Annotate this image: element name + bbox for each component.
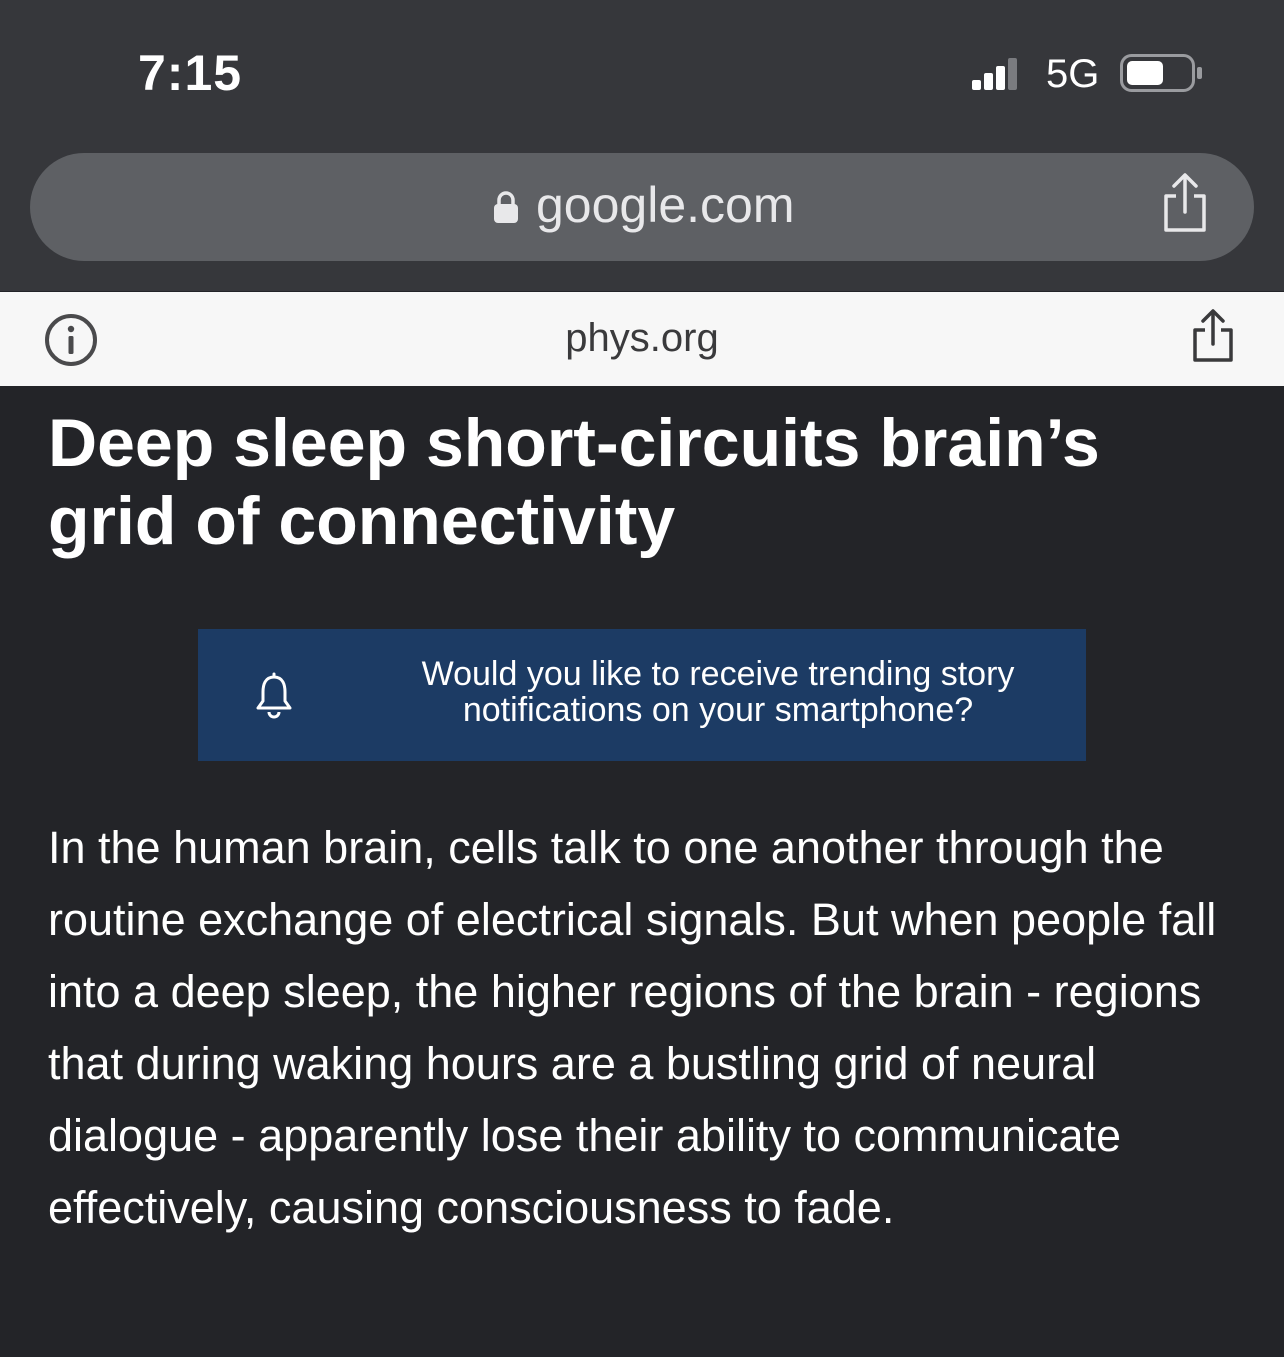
article-headline: Deep sleep short-circuits brain’s grid o… xyxy=(48,405,1100,559)
address-bar-url[interactable]: google.com xyxy=(536,176,795,234)
lock-icon xyxy=(494,191,518,223)
notification-prompt-text[interactable]: Would you like to receive trending story… xyxy=(380,656,1056,728)
share-icon[interactable] xyxy=(1160,172,1210,234)
share-icon[interactable] xyxy=(1190,308,1236,364)
status-time: 7:15 xyxy=(138,45,243,101)
bell-icon xyxy=(256,672,292,719)
article-body: In the human brain, cells talk to one an… xyxy=(48,822,1217,1233)
cellular-signal-icon xyxy=(972,58,1017,90)
network-type: 5G xyxy=(1046,52,1100,96)
battery-icon xyxy=(1120,54,1202,92)
site-title: phys.org xyxy=(565,316,719,360)
